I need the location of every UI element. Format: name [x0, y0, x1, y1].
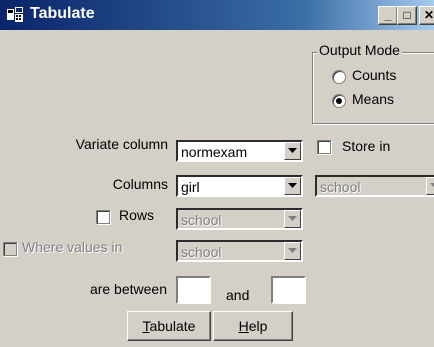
counts-radio[interactable]	[332, 70, 346, 84]
help-label-rest: elp	[248, 318, 268, 334]
store-in-label[interactable]: Store in	[342, 138, 390, 154]
are-between-label: are between	[89, 281, 167, 297]
and-label: and	[226, 287, 250, 303]
means-label[interactable]: Means	[352, 91, 394, 107]
columns-value: girl	[181, 179, 200, 195]
maximize-button[interactable]: □	[397, 6, 417, 25]
minimize-button[interactable]: _	[378, 6, 398, 25]
where-values-value: school	[181, 244, 222, 260]
tabulate-button[interactable]: Tabulate	[127, 311, 211, 341]
where-values-checkbox[interactable]	[3, 242, 17, 256]
help-button[interactable]: Help	[213, 311, 293, 341]
maximize-icon: □	[403, 8, 411, 22]
chevron-down-icon	[288, 216, 297, 221]
close-button[interactable]: ✕	[419, 6, 434, 25]
rows-select[interactable]: school	[176, 208, 303, 230]
title-bar[interactable]: Tabulate _ □ ✕	[0, 0, 434, 30]
variate-dropdown-button[interactable]	[284, 142, 301, 160]
columns-label: Columns	[112, 176, 168, 192]
help-mnemonic: H	[238, 318, 249, 334]
between-low-input[interactable]	[176, 276, 211, 304]
store-in-value: school	[320, 179, 361, 195]
means-radio[interactable]	[332, 94, 346, 108]
chevron-down-icon	[430, 183, 434, 188]
close-icon: ✕	[423, 8, 434, 22]
columns-dropdown-button[interactable]	[284, 177, 301, 195]
counts-label[interactable]: Counts	[352, 67, 396, 83]
where-values-label: Where values in	[22, 239, 123, 255]
tabulate-mnemonic: T	[142, 318, 150, 334]
where-values-select[interactable]: school	[176, 240, 303, 262]
rows-label[interactable]: Rows	[119, 207, 154, 223]
chevron-down-icon	[288, 183, 297, 188]
rows-checkbox[interactable]	[96, 210, 110, 224]
where-values-dropdown-button[interactable]	[284, 242, 301, 260]
window-title: Tabulate	[30, 5, 95, 22]
chevron-down-icon	[288, 248, 297, 253]
variate-column-select[interactable]: normexam	[176, 140, 303, 162]
output-mode-group	[312, 52, 434, 124]
radio-selected-dot	[336, 98, 342, 104]
store-in-checkbox[interactable]	[317, 140, 331, 154]
store-in-dropdown-button[interactable]	[426, 177, 434, 195]
tabulate-label-rest: abulate	[149, 318, 196, 334]
rows-dropdown-button[interactable]	[284, 210, 301, 228]
rows-value: school	[181, 212, 222, 228]
variate-column-label: Variate column	[75, 136, 168, 152]
between-high-input[interactable]	[271, 276, 306, 304]
columns-select[interactable]: girl	[176, 175, 303, 197]
chevron-down-icon	[288, 148, 297, 153]
output-mode-legend: Output Mode	[317, 42, 402, 58]
variate-column-value: normexam	[181, 144, 248, 160]
table-app-icon	[7, 7, 23, 22]
store-in-select[interactable]: school	[315, 175, 434, 197]
minimize-icon: _	[384, 8, 392, 22]
